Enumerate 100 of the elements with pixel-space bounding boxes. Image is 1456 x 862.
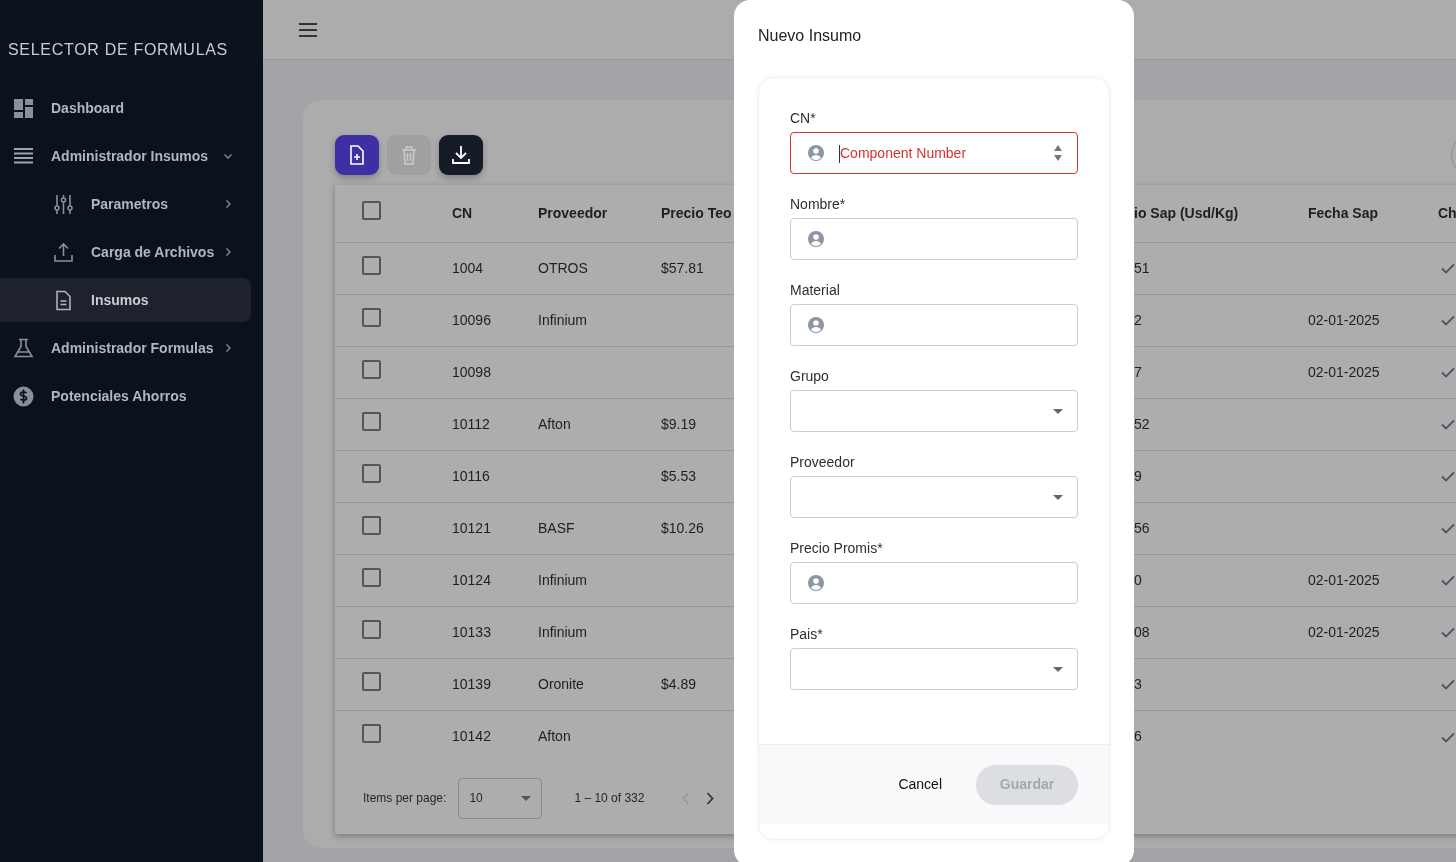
- checkbox[interactable]: [362, 619, 381, 639]
- sidebar-item[interactable]: Carga de Archivos: [0, 230, 251, 274]
- table-cell: $4.89: [661, 675, 697, 692]
- table-cell: 6: [1134, 727, 1142, 744]
- table-cell: Infinium: [538, 311, 588, 328]
- checkbox[interactable]: [362, 567, 381, 587]
- page-range: 1 – 10 of 332: [574, 790, 645, 807]
- field-label: Pais*: [790, 625, 824, 644]
- table-cell: 10139: [452, 675, 491, 692]
- select-field[interactable]: [790, 390, 1078, 432]
- sidebar-item[interactable]: Insumos: [0, 278, 251, 322]
- table-cell: Infinium: [538, 571, 588, 588]
- table-cell: 52: [1134, 415, 1150, 432]
- column-header[interactable]: CN: [452, 204, 473, 221]
- caret-icon: [1053, 494, 1063, 500]
- chevron-right-icon: [223, 343, 233, 353]
- table-cell: 10112: [452, 415, 490, 432]
- table-cell: 08: [1134, 623, 1150, 640]
- table-cell: Oronite: [538, 675, 584, 692]
- sidebar-item[interactable]: Administrador Insumos: [0, 134, 251, 178]
- checkbox[interactable]: [362, 307, 381, 327]
- table-cell: OTROS: [538, 259, 588, 276]
- table-cell: $10.26: [661, 519, 704, 536]
- table-cell: 9: [1134, 467, 1142, 484]
- column-header[interactable]: Fecha Sap: [1308, 204, 1379, 221]
- column-header[interactable]: Ch: [1438, 204, 1456, 221]
- sidebar-item[interactable]: Parametros: [0, 182, 251, 226]
- user-icon: [808, 231, 824, 247]
- select-field[interactable]: [790, 648, 1078, 690]
- chevron-right-icon: [223, 199, 233, 209]
- table-cell: Afton: [538, 415, 571, 432]
- table-cell: 2: [1134, 311, 1142, 328]
- table-cell: $9.19: [661, 415, 697, 432]
- user-icon: [808, 145, 824, 161]
- upload-icon: [53, 241, 74, 263]
- table-cell: 3: [1134, 675, 1142, 692]
- checkbox[interactable]: [362, 255, 381, 275]
- table-cell: 10133: [452, 623, 491, 640]
- chevron-down-icon: [223, 151, 233, 161]
- checkbox[interactable]: [362, 671, 381, 691]
- field-label: Precio Promis*: [790, 539, 884, 558]
- table-cell: BASF: [538, 519, 575, 536]
- text-input[interactable]: Component Number: [838, 141, 1053, 165]
- table-cell: 02-01-2025: [1308, 363, 1380, 380]
- table-cell: 10142: [452, 727, 491, 744]
- sliders-icon: [53, 193, 74, 215]
- page-size-select[interactable]: 10: [458, 777, 543, 819]
- flask-icon: [13, 337, 34, 359]
- caret-icon: [1053, 666, 1063, 672]
- column-header[interactable]: io Sap (Usd/Kg): [1134, 204, 1239, 221]
- list-icon: [13, 145, 34, 167]
- dollar-icon: [13, 385, 34, 407]
- document-icon: [53, 289, 74, 311]
- add-button[interactable]: [335, 135, 379, 175]
- table-cell: 51: [1134, 259, 1150, 276]
- app-title: SELECTOR DE FORMULAS: [7, 40, 229, 60]
- table-cell: 1004: [452, 259, 484, 276]
- field-label: CN*: [790, 109, 817, 128]
- chevron-right-icon: [223, 247, 233, 257]
- table-cell: 10098: [452, 363, 491, 380]
- input-field[interactable]: Component Number: [790, 132, 1078, 174]
- table-cell: 10096: [452, 311, 491, 328]
- spinner-arrows-icon[interactable]: [1053, 143, 1063, 163]
- grid-icon: [13, 97, 34, 119]
- chevron-right-icon: [706, 792, 715, 806]
- table-cell: 0: [1134, 571, 1142, 588]
- field-label: Nombre*: [790, 195, 847, 214]
- table-cell: 10116: [452, 467, 490, 484]
- field-label: Material: [790, 281, 841, 300]
- menu-icon[interactable]: [298, 21, 318, 38]
- user-icon: [808, 317, 824, 333]
- checkbox[interactable]: [362, 463, 381, 483]
- table-cell: 02-01-2025: [1308, 571, 1380, 588]
- download-button[interactable]: [439, 135, 483, 175]
- table-cell: Infinium: [538, 623, 588, 640]
- dialog-title: Nuevo Insumo: [758, 26, 863, 46]
- download-icon: [450, 144, 472, 166]
- sidebar-item[interactable]: Administrador Formulas: [0, 326, 251, 370]
- table-cell: 02-01-2025: [1308, 311, 1380, 328]
- sidebar-item[interactable]: Dashboard: [0, 86, 251, 130]
- table-cell: Afton: [538, 727, 571, 744]
- table-cell: 7: [1134, 363, 1142, 380]
- checkbox[interactable]: [362, 723, 381, 743]
- checkbox[interactable]: [362, 515, 381, 535]
- table-cell: $57.81: [661, 259, 704, 276]
- checkbox[interactable]: [362, 411, 381, 431]
- column-header[interactable]: Precio Teo: [661, 204, 732, 221]
- text-cursor: [839, 145, 840, 163]
- caret-icon: [1053, 408, 1063, 414]
- field-label: Grupo: [790, 367, 830, 386]
- table-cell: 10121: [452, 519, 491, 536]
- column-header[interactable]: Proveedor: [538, 204, 608, 221]
- items-per-page-label: Items per page:: [363, 790, 447, 807]
- field-label: Proveedor: [790, 453, 856, 472]
- checkbox[interactable]: [362, 359, 381, 379]
- sidebar-item[interactable]: Potenciales Ahorros: [0, 374, 251, 418]
- cancel-button[interactable]: Cancel: [896, 764, 944, 805]
- select-field[interactable]: [790, 476, 1078, 518]
- user-icon: [808, 575, 824, 591]
- checkbox[interactable]: [362, 200, 381, 220]
